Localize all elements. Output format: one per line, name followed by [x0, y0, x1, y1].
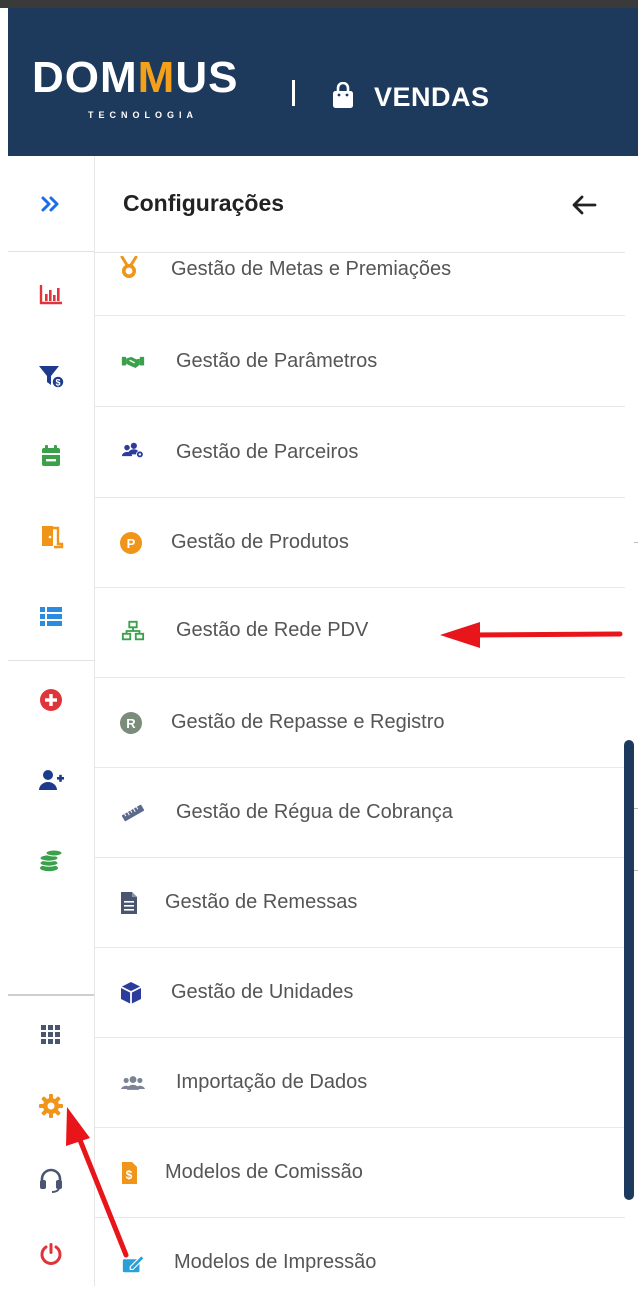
add-user-icon — [39, 770, 64, 790]
grid-icon — [41, 1025, 60, 1044]
menu-item-modelos-comissao[interactable]: $ Modelos de Comissão — [95, 1127, 625, 1218]
menu-item-remessas[interactable]: Gestão de Remessas — [95, 857, 625, 948]
sidebar-item-logout[interactable] — [8, 1234, 94, 1274]
panel-header: Configurações — [95, 156, 625, 253]
background-rule — [634, 542, 638, 543]
menu-item-rede-pdv[interactable]: Gestão de Rede PDV — [95, 587, 625, 678]
product-p-icon: P — [120, 532, 142, 554]
shopping-bag-icon — [333, 82, 353, 108]
menu-item-label: Gestão de Repasse e Registro — [171, 711, 445, 733]
menu-item-label: Gestão de Régua de Cobrança — [176, 801, 453, 823]
logo-wordmark: DOMMUS — [32, 53, 239, 102]
menu-item-label: Gestão de Parâmetros — [176, 350, 378, 372]
sidebar-item-add[interactable] — [8, 680, 94, 720]
window-top-strip — [0, 0, 638, 8]
sidebar: $ — [8, 156, 95, 1286]
menu-item-parceiros[interactable]: Gestão de Parceiros — [95, 407, 625, 498]
medal-icon — [120, 256, 138, 278]
app-header: DOMMUS TECNOLOGIA VENDAS — [8, 8, 638, 156]
door-icon — [42, 526, 64, 549]
module-title: VENDAS — [374, 82, 490, 112]
handshake-icon — [121, 356, 145, 368]
menu-item-modelos-impressao[interactable]: Modelos de Impressão — [95, 1217, 625, 1307]
panel-scrollbar-thumb[interactable] — [624, 740, 634, 1200]
money-file-icon: $ — [122, 1162, 137, 1184]
menu-item-label: Gestão de Produtos — [171, 531, 349, 553]
menu-item-importacao-dados[interactable]: Importação de Dados — [95, 1037, 625, 1128]
menu-item-label: Gestão de Remessas — [165, 891, 358, 913]
background-rule — [634, 870, 638, 871]
coins-icon — [39, 849, 63, 872]
menu-item-label: Gestão de Metas e Premiações — [171, 258, 452, 280]
sidebar-item-finance[interactable] — [8, 840, 94, 880]
print-edit-icon — [122, 1254, 145, 1273]
back-arrow-icon[interactable] — [569, 190, 599, 220]
sidebar-item-support[interactable] — [8, 1160, 94, 1200]
document-icon — [121, 892, 137, 914]
header-divider — [292, 80, 295, 106]
svg-text:$: $ — [126, 1168, 133, 1182]
svg-text:P: P — [127, 536, 136, 551]
menu-item-produtos[interactable]: P Gestão de Produtos — [95, 497, 625, 588]
network-icon — [121, 620, 145, 641]
svg-text:R: R — [126, 716, 136, 731]
sidebar-item-calendar[interactable] — [8, 436, 94, 476]
svg-text:$: $ — [55, 378, 60, 388]
sidebar-item-add-user[interactable] — [8, 760, 94, 800]
funnel-money-icon: $ — [39, 366, 65, 389]
sidebar-item-funnel[interactable]: $ — [8, 356, 94, 396]
expand-sidebar-button[interactable] — [8, 184, 94, 224]
users-icon — [121, 1076, 145, 1090]
expand-icon — [41, 196, 59, 212]
power-icon — [40, 1243, 62, 1265]
sidebar-item-settings[interactable] — [8, 1086, 94, 1126]
background-rule — [634, 808, 638, 809]
ruler-icon — [121, 804, 145, 822]
gear-icon — [39, 1094, 63, 1118]
menu-item-label: Gestão de Unidades — [171, 981, 354, 1003]
calendar-icon — [42, 445, 60, 466]
plus-circle-icon — [40, 689, 62, 711]
dommus-logo[interactable]: DOMMUS TECNOLOGIA — [32, 56, 272, 132]
menu-item-label: Modelos de Comissão — [165, 1161, 363, 1183]
logo-subtext: TECNOLOGIA — [88, 110, 198, 120]
sidebar-item-door[interactable] — [8, 516, 94, 556]
menu-item-label: Gestão de Parceiros — [176, 441, 359, 463]
partners-icon — [121, 442, 144, 459]
config-panel: Configurações Gestão de Metas e Premiaçõ… — [95, 156, 625, 1286]
panel-title: Configurações — [123, 190, 285, 216]
sidebar-item-apps[interactable] — [8, 1014, 94, 1054]
headset-icon — [40, 1168, 62, 1193]
sidebar-item-reports[interactable] — [8, 274, 94, 314]
menu-item-unidades[interactable]: Gestão de Unidades — [95, 947, 625, 1038]
menu-item-label: Gestão de Rede PDV — [176, 619, 369, 641]
menu-item-regua-cobranca[interactable]: Gestão de Régua de Cobrança — [95, 767, 625, 858]
menu-item-label: Modelos de Impressão — [174, 1251, 377, 1273]
menu-item-label: Importação de Dados — [176, 1071, 368, 1093]
menu-item-parametros[interactable]: Gestão de Parâmetros — [95, 316, 625, 407]
chart-icon — [39, 285, 62, 305]
menu-item-metas[interactable]: Gestão de Metas e Premiações — [95, 252, 625, 316]
sidebar-item-list[interactable] — [8, 596, 94, 636]
menu-item-repasse-registro[interactable]: R Gestão de Repasse e Registro — [95, 677, 625, 768]
cube-icon — [120, 982, 142, 1004]
registro-r-icon: R — [120, 712, 142, 734]
list-icon — [40, 607, 62, 626]
